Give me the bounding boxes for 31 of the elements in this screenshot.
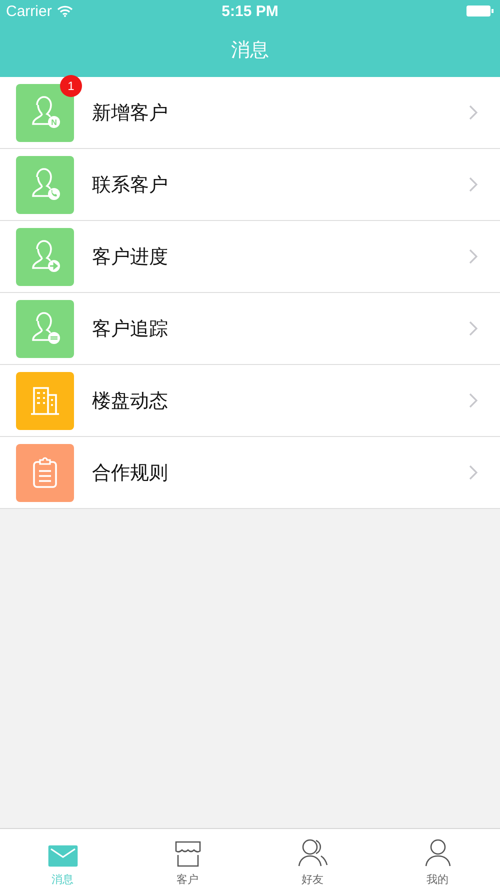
- list-item[interactable]: 合作规则: [0, 437, 500, 509]
- mail-icon: [48, 844, 78, 868]
- list-item[interactable]: 楼盘动态: [0, 365, 500, 437]
- item-label: 联系客户: [92, 172, 169, 198]
- chevron-icon: [469, 465, 478, 480]
- count-badge: 1: [60, 74, 82, 96]
- chevron-icon: [469, 177, 478, 192]
- tab[interactable]: 我的: [375, 829, 500, 890]
- item-label: 新增客户: [92, 100, 169, 126]
- chevron-icon: [469, 249, 478, 264]
- tab[interactable]: 客户: [125, 829, 250, 890]
- chevron-icon: [469, 321, 478, 336]
- item-label: 客户进度: [92, 244, 169, 270]
- list-item[interactable]: 联系客户: [0, 149, 500, 221]
- item-label: 客户追踪: [92, 316, 169, 342]
- tab[interactable]: 好友: [250, 829, 375, 890]
- list-item[interactable]: 客户追踪: [0, 293, 500, 365]
- people-icon: [296, 838, 328, 868]
- status-time: 5:15 PM: [222, 2, 278, 20]
- person-icon: [422, 838, 452, 868]
- chevron-icon: [469, 105, 478, 120]
- carrier-label: Carrier: [6, 2, 52, 20]
- item-label: 合作规则: [92, 460, 169, 486]
- wifi-icon: [56, 5, 73, 17]
- item-label: 楼盘动态: [92, 388, 169, 414]
- list-item[interactable]: N 1 新增客户: [0, 77, 500, 149]
- nav-title: 消息: [231, 38, 269, 62]
- store-icon: [172, 840, 202, 868]
- list-item[interactable]: 客户进度: [0, 221, 500, 293]
- battery-icon: [466, 5, 494, 17]
- chevron-icon: [469, 393, 478, 408]
